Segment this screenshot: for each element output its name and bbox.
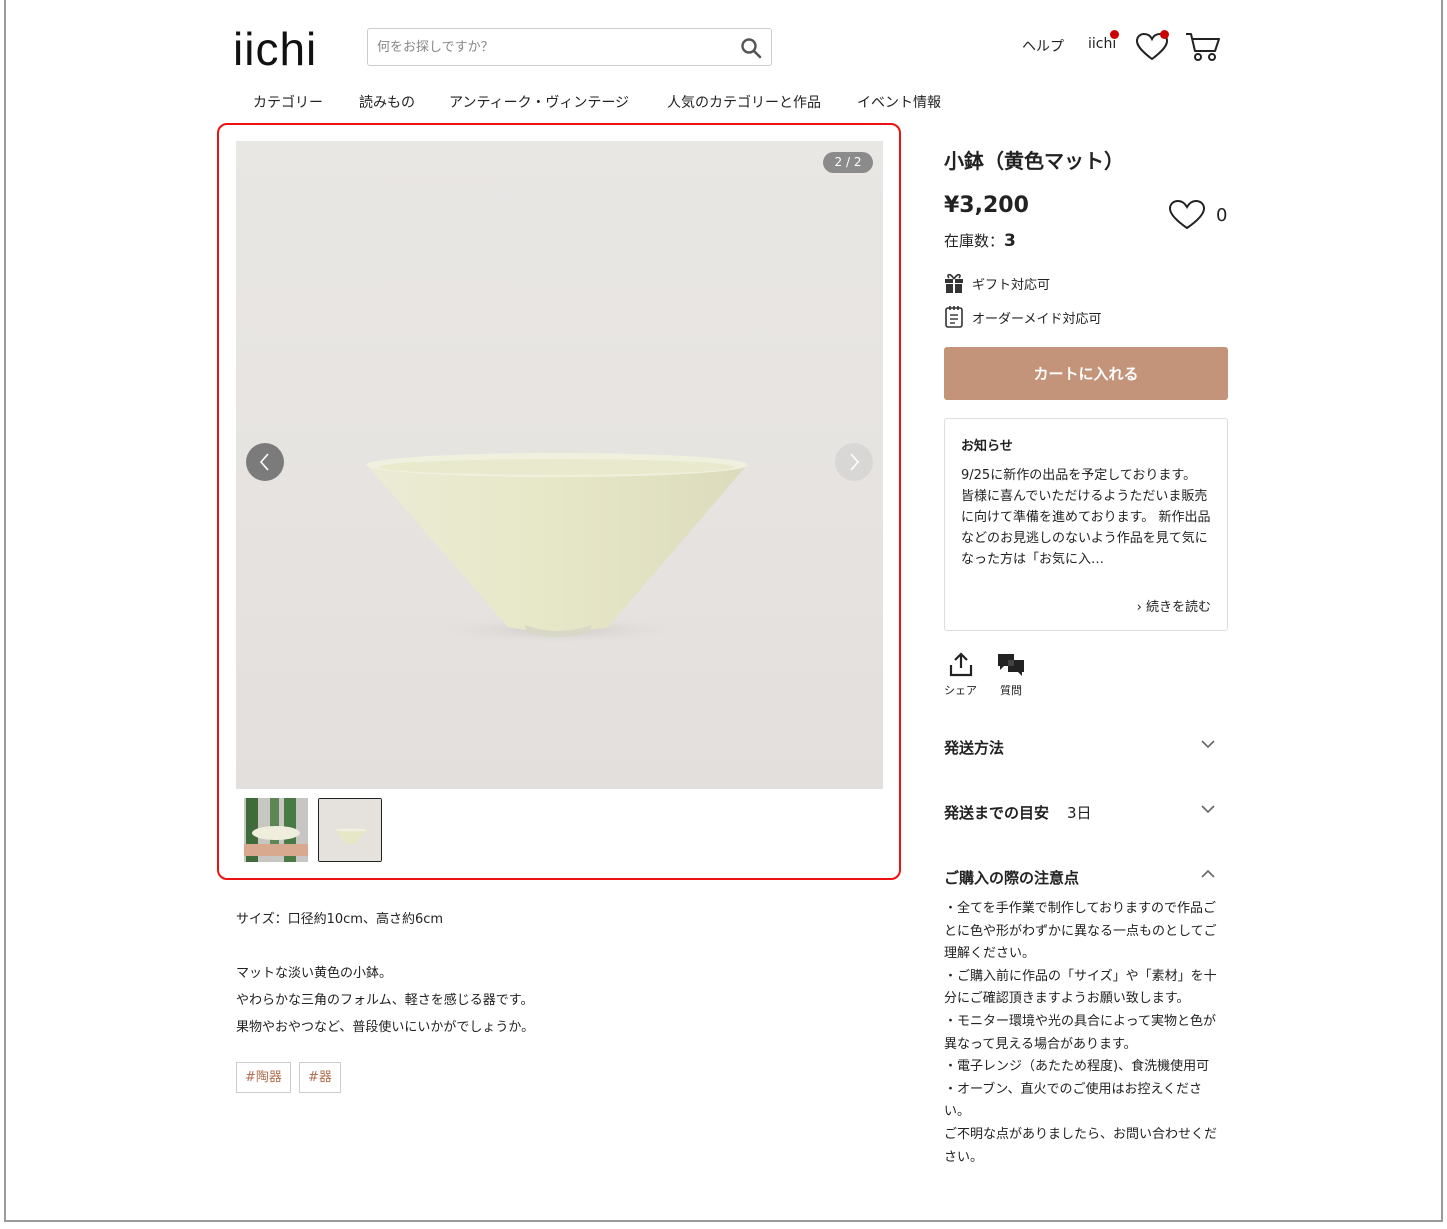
product-main-image[interactable] xyxy=(236,141,883,789)
nav-reading[interactable]: 読みもの xyxy=(359,92,415,112)
caution-text: ・全てを手作業で制作しておりますので作品ごとに色や形がわずかに異なる一点ものとし… xyxy=(944,901,1218,1165)
next-image-button[interactable] xyxy=(835,443,873,481)
accordion-shipping-eta[interactable]: 発送までの目安 3日 xyxy=(944,802,1228,823)
chevron-down-icon xyxy=(1201,740,1215,749)
notice-title: お知らせ xyxy=(961,439,1013,454)
chat-bubbles-icon xyxy=(998,654,1024,676)
description-line-3: 果物やおやつなど、普段使いにいかがでしょうか。 xyxy=(236,1020,535,1035)
search-icon[interactable] xyxy=(739,36,763,60)
description-line-1: マットな淡い黄色の小鉢。 xyxy=(236,966,393,981)
favorite-button[interactable]: 0 xyxy=(1168,199,1227,231)
thumbnail-cactus-image xyxy=(244,798,308,862)
image-counter: 2 / 2 xyxy=(823,152,873,173)
chevron-down-icon xyxy=(1201,805,1215,814)
thumbnail-2-selected[interactable] xyxy=(318,798,382,862)
share-label: シェア xyxy=(944,684,977,697)
favorite-count: 0 xyxy=(1216,204,1228,226)
search-input[interactable] xyxy=(368,29,728,65)
gift-feature: ギフト対応可 xyxy=(944,272,1050,294)
caution-label: ご購入の際の注意点 xyxy=(944,869,1080,887)
gift-label: ギフト対応可 xyxy=(972,277,1051,293)
description-line-2: やわらかな三角のフォルム、軽さを感じる器です。 xyxy=(236,993,534,1008)
notice-body: 9/25に新作の出品を予定しております。 皆様に喜んでいただけるようただいま販売… xyxy=(961,468,1211,567)
custom-order-feature: オーダーメイド対応可 xyxy=(944,305,1101,329)
add-to-cart-button[interactable]: カートに入れる xyxy=(944,347,1228,400)
chevron-up-icon xyxy=(1201,869,1215,878)
nav-categories[interactable]: カテゴリー xyxy=(253,92,323,112)
nav-events[interactable]: イベント情報 xyxy=(857,92,941,112)
question-label: 質問 xyxy=(1000,684,1022,697)
gift-icon xyxy=(945,273,963,293)
favorites-notification-dot xyxy=(1160,30,1169,39)
order-form-icon xyxy=(945,306,963,328)
stock-value: 3 xyxy=(1004,231,1016,251)
shipping-label: 発送方法 xyxy=(944,739,1005,757)
share-button[interactable]: シェア xyxy=(944,652,977,698)
shop-notice: お知らせ 9/25に新作の出品を予定しております。 皆様に喜んでいただけるようた… xyxy=(944,418,1228,631)
stock: 在庫数：3 xyxy=(944,230,1228,251)
eta-value: 3日 xyxy=(1067,804,1092,822)
accordion-caution[interactable]: ご購入の際の注意点 xyxy=(944,867,1228,888)
heart-icon xyxy=(1168,199,1206,230)
thumbnail-1[interactable] xyxy=(244,798,308,862)
read-more-link[interactable]: › 続きを読む xyxy=(1137,596,1211,615)
chevron-right-icon xyxy=(850,453,860,471)
nav-antique-vintage[interactable]: アンティーク・ヴィンテージ xyxy=(449,92,629,112)
prev-image-button[interactable] xyxy=(246,443,284,481)
share-icon xyxy=(949,652,972,677)
user-notification-dot xyxy=(1110,30,1119,39)
product-title: 小鉢（黄色マット） xyxy=(944,149,1124,173)
help-link[interactable]: ヘルプ xyxy=(1022,36,1064,56)
eta-label: 発送までの目安 xyxy=(944,804,1050,822)
read-more-label: 続きを読む xyxy=(1145,600,1211,615)
accordion-shipping[interactable]: 発送方法 xyxy=(944,737,1228,758)
nav-popular[interactable]: 人気のカテゴリーと作品 xyxy=(667,92,821,112)
thumbnail-bowl-image xyxy=(319,799,381,861)
chevron-left-icon xyxy=(259,453,269,471)
product-size: サイズ：口径約10cm、高さ約6cm xyxy=(236,912,444,927)
site-logo[interactable]: iichi xyxy=(233,22,317,76)
custom-order-label: オーダーメイド対応可 xyxy=(972,311,1102,327)
tag-ceramics[interactable]: #陶器 xyxy=(236,1062,291,1093)
tag-tableware[interactable]: #器 xyxy=(299,1062,341,1093)
cart-icon[interactable] xyxy=(1185,31,1221,63)
search-box xyxy=(367,28,772,66)
stock-label: 在庫数： xyxy=(944,232,1005,250)
bowl-photo xyxy=(236,141,883,789)
question-button[interactable]: 質問 xyxy=(996,652,1026,698)
